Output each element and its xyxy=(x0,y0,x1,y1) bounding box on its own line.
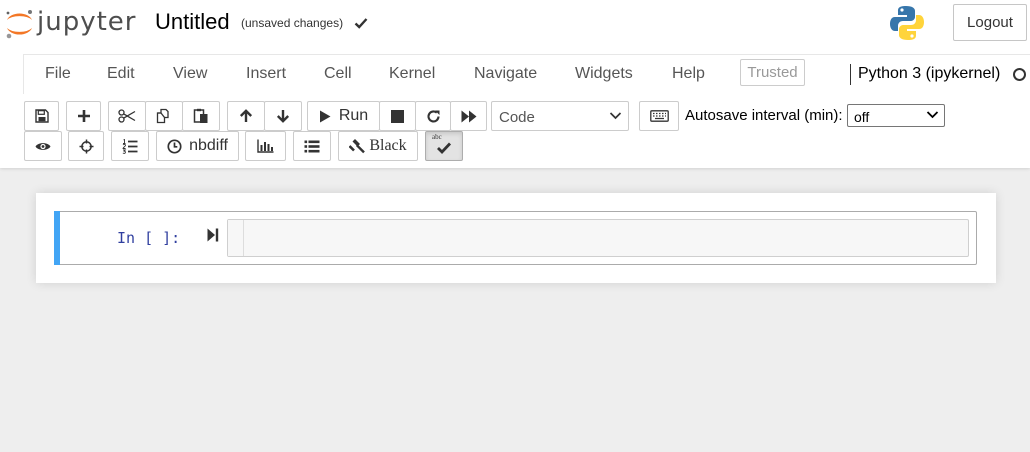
save-button[interactable] xyxy=(24,101,59,131)
cell-type-value: Code xyxy=(499,109,535,126)
copy-icon xyxy=(156,108,169,124)
run-button-label: Run xyxy=(338,107,369,124)
menu-file[interactable]: File xyxy=(45,65,71,83)
spellcheck-icon xyxy=(437,142,452,154)
gavel-icon xyxy=(349,139,366,154)
move-down-button[interactable] xyxy=(264,101,302,131)
copy-button[interactable] xyxy=(145,101,183,131)
menu-edit[interactable]: Edit xyxy=(107,65,135,83)
menu-navigate[interactable]: Navigate xyxy=(474,65,537,83)
cut-button[interactable] xyxy=(108,101,146,131)
crosshairs-button[interactable] xyxy=(68,131,104,161)
scissors-icon xyxy=(118,109,136,123)
plus-icon xyxy=(77,110,90,122)
command-palette-button[interactable] xyxy=(639,101,679,131)
list-button[interactable] xyxy=(293,131,331,161)
autosave-label: Autosave interval (min): xyxy=(685,107,843,124)
run-cell-icon[interactable] xyxy=(207,228,219,242)
interrupt-button[interactable] xyxy=(379,101,416,131)
save-status: (unsaved changes) xyxy=(241,16,344,30)
menu-widgets[interactable]: Widgets xyxy=(575,65,633,83)
crosshairs-icon xyxy=(79,139,93,153)
arrow-up-icon xyxy=(239,109,253,122)
menu-cell[interactable]: Cell xyxy=(324,65,352,83)
trusted-indicator[interactable]: Trusted xyxy=(740,59,805,86)
kernel-name[interactable]: Python 3 (ipykernel) xyxy=(858,65,1000,83)
header: jupyter Untitled (unsaved changes) Logou… xyxy=(0,0,1030,168)
stop-icon xyxy=(391,109,404,123)
kernel-idle-indicator-icon xyxy=(1013,68,1026,81)
clock-icon xyxy=(167,138,182,154)
menu-help[interactable]: Help xyxy=(672,65,705,83)
cell-type-select[interactable]: Code xyxy=(491,101,629,131)
notebook-title[interactable]: Untitled xyxy=(155,9,230,35)
numbered-list-icon xyxy=(122,138,138,154)
toc-button[interactable] xyxy=(111,131,149,161)
restart-button[interactable] xyxy=(415,101,451,131)
checkmark-icon xyxy=(354,18,368,29)
bar-chart-icon xyxy=(257,139,274,153)
selected-cell-indicator xyxy=(54,211,60,265)
jupyter-logo[interactable]: jupyter xyxy=(3,6,141,42)
chevron-down-icon xyxy=(609,112,622,120)
menubar: File Edit View Insert Cell Kernel Naviga… xyxy=(23,54,1030,94)
kernel-divider xyxy=(850,64,851,85)
black-formatter-button[interactable]: Black xyxy=(338,131,418,161)
menu-view[interactable]: View xyxy=(173,65,207,83)
menu-insert[interactable]: Insert xyxy=(246,65,286,83)
autosave-interval-select[interactable]: off xyxy=(847,104,945,127)
nbdiff-button[interactable]: nbdiff xyxy=(156,131,239,161)
variable-inspector-button[interactable] xyxy=(24,131,62,161)
paste-button[interactable] xyxy=(182,101,220,131)
refresh-icon xyxy=(426,109,440,122)
input-prompt: In [ ]: xyxy=(117,229,181,247)
jupyter-logo-icon xyxy=(6,10,32,39)
code-cell[interactable]: In [ ]: xyxy=(54,211,977,265)
floppy-disk-icon xyxy=(34,109,49,123)
keyboard-icon xyxy=(649,110,669,122)
black-label: Black xyxy=(369,137,407,154)
autosave-value: off xyxy=(854,109,870,125)
logo-text: jupyter xyxy=(37,7,137,37)
spellcheck-abc-label: abc xyxy=(432,133,442,141)
cell-input-editor[interactable] xyxy=(227,219,969,257)
move-up-button[interactable] xyxy=(227,101,265,131)
python-logo-icon xyxy=(890,6,924,40)
spellcheck-button[interactable]: abc xyxy=(425,131,463,161)
editor-gutter xyxy=(228,220,244,256)
notebook-container: In [ ]: xyxy=(36,193,996,283)
chevron-down-icon xyxy=(926,111,939,119)
menu-kernel[interactable]: Kernel xyxy=(389,65,435,83)
fast-forward-icon xyxy=(461,110,476,122)
arrow-down-icon xyxy=(276,110,290,123)
nbdiff-label: nbdiff xyxy=(189,137,228,154)
run-button[interactable]: Run xyxy=(307,101,380,131)
chart-button[interactable] xyxy=(245,131,286,161)
paste-icon xyxy=(193,108,208,123)
restart-run-all-button[interactable] xyxy=(450,101,487,131)
insert-cell-button[interactable] xyxy=(66,101,101,131)
eye-icon xyxy=(35,142,51,150)
list-icon xyxy=(304,140,320,152)
logout-button[interactable]: Logout xyxy=(953,4,1027,41)
play-icon xyxy=(319,110,331,122)
